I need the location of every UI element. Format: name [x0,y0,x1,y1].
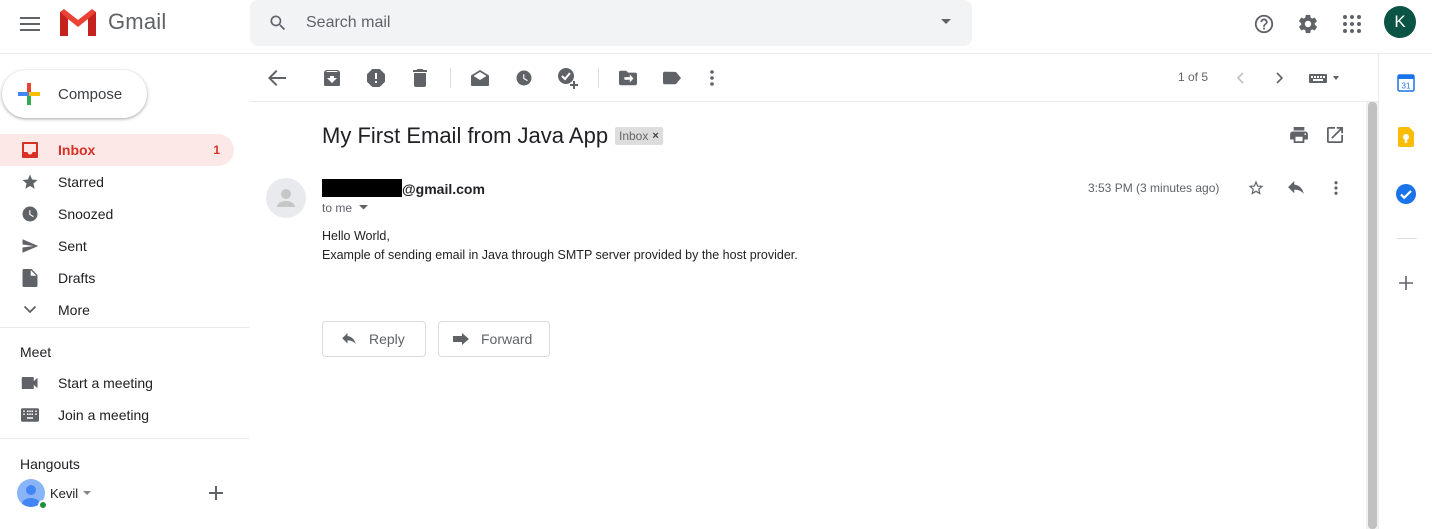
keep-icon[interactable] [1395,126,1417,148]
move-to-icon[interactable] [617,67,639,89]
online-status-dot [38,500,48,510]
menu-icon[interactable] [14,8,46,40]
report-spam-icon[interactable] [365,67,387,89]
star-icon [20,172,40,192]
remove-label-icon[interactable]: × [652,130,658,142]
reply-button-label: Reply [369,331,405,347]
send-icon [20,236,40,256]
sidebar-divider [0,438,249,439]
star-outline-icon[interactable] [1247,179,1265,197]
mark-unread-icon[interactable] [469,67,491,89]
start-meeting-item[interactable]: Start a meeting [0,367,234,399]
right-side-panel: 31 [1378,54,1432,529]
email-subject: My First Email from Java App [322,123,609,148]
delete-icon[interactable] [409,67,431,89]
app-name: Gmail [108,9,167,34]
forward-button[interactable]: Forward [438,321,550,357]
prev-icon[interactable] [1229,67,1251,89]
email-timestamp: 3:53 PM (3 minutes ago) [1088,181,1220,195]
sidebar-item-sent[interactable]: Sent [0,230,234,262]
inbox-icon [20,140,40,160]
help-icon[interactable] [1250,10,1278,38]
meet-section-title: Meet [20,344,52,360]
keyboard-icon [20,405,40,425]
calendar-icon[interactable]: 31 [1395,72,1417,94]
add-addon-icon[interactable] [1395,272,1417,294]
input-tools-icon[interactable] [1306,67,1342,89]
next-icon[interactable] [1269,67,1291,89]
sidebar-item-snoozed[interactable]: Snoozed [0,198,234,230]
snooze-icon[interactable] [513,67,535,89]
caret-down-icon[interactable] [940,18,952,26]
add-task-icon[interactable] [557,67,579,89]
email-body-line: Hello World, [322,229,390,243]
rail-divider [1397,238,1417,239]
more-vert-icon[interactable] [701,67,723,89]
compose-button[interactable]: Compose [2,70,147,118]
meet-item-label: Start a meeting [58,375,153,391]
settings-icon[interactable] [1294,10,1322,38]
redacted-sender-name [322,179,402,197]
forward-icon [453,333,469,345]
sidebar-item-label: Snoozed [58,206,114,222]
sidebar-nav: Inbox 1 Starred Snoozed Sent Drafts More [0,134,250,326]
reply-icon[interactable] [1287,181,1305,195]
message-toolbar: 1 of 5 [250,54,1378,102]
sender-avatar[interactable] [266,178,306,218]
toolbar-divider [450,68,451,88]
add-hangout-icon[interactable] [209,486,223,500]
calendar-day: 31 [1402,82,1411,91]
sidebar-item-label: Drafts [58,270,96,286]
search-bar[interactable] [250,0,972,46]
sidebar-item-more[interactable]: More [0,294,234,326]
compose-label: Compose [58,85,123,103]
pagination-text: 1 of 5 [1178,70,1209,84]
back-arrow-icon[interactable] [266,67,288,89]
tasks-icon[interactable] [1395,183,1417,205]
more-vert-icon[interactable] [1334,181,1338,195]
sidebar-item-drafts[interactable]: Drafts [0,262,234,294]
apps-grid-icon[interactable] [1338,10,1366,38]
caret-down-icon[interactable] [359,205,368,210]
draft-icon [20,268,40,288]
open-new-window-icon[interactable] [1327,127,1343,143]
gmail-logo[interactable]: Gmail [58,6,166,38]
email-body-line: Example of sending email in Java through… [322,248,798,262]
sender-email: @gmail.com [402,181,485,197]
top-header: Gmail K [0,0,1432,54]
sidebar-item-label: Inbox [58,142,96,158]
caret-down-icon[interactable] [83,491,91,496]
archive-icon[interactable] [321,67,343,89]
toolbar-divider [598,68,599,88]
hangouts-user-name[interactable]: Kevil [50,486,78,501]
clock-icon [20,204,40,224]
scrollbar-thumb[interactable] [1368,102,1377,529]
print-icon[interactable] [1290,127,1308,143]
reply-button[interactable]: Reply [322,321,426,357]
sidebar-item-label: Sent [58,238,87,254]
sidebar-item-label: More [58,302,90,318]
search-input[interactable] [306,14,906,32]
sidebar-item-label: Starred [58,174,104,190]
forward-button-label: Forward [481,331,533,347]
account-avatar[interactable]: K [1384,6,1416,38]
sidebar-item-starred[interactable]: Starred [0,166,234,198]
join-meeting-item[interactable]: Join a meeting [0,399,234,431]
label-chip-text: Inbox [619,129,649,143]
compose-plus-icon [18,83,40,105]
sidebar-item-inbox[interactable]: Inbox 1 [0,134,234,166]
reply-icon [341,333,357,345]
chevron-down-icon [20,300,40,320]
search-icon[interactable] [250,13,306,33]
inbox-label-chip[interactable]: Inbox × [615,127,663,145]
recipient-text[interactable]: to me [322,201,352,215]
sidebar-divider [0,327,249,328]
unread-count: 1 [213,143,220,157]
label-icon[interactable] [661,67,683,89]
hangouts-section-title: Hangouts [20,456,80,472]
meet-item-label: Join a meeting [58,407,150,423]
video-icon [20,373,40,393]
